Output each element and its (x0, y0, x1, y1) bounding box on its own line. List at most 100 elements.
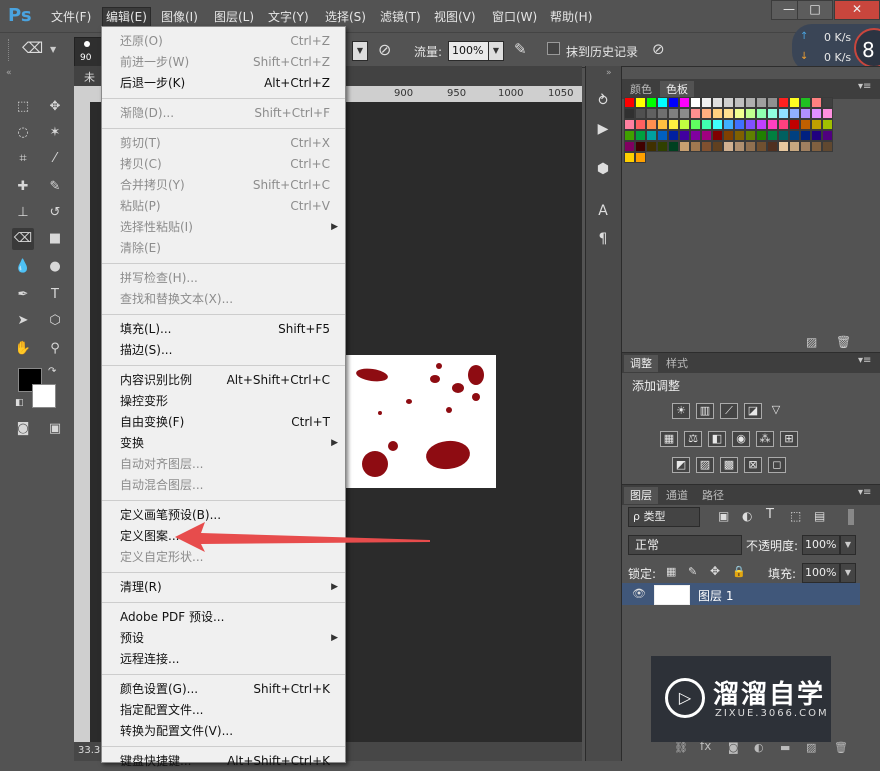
menu-item[interactable]: 变换 ▶ (120, 433, 338, 453)
new-group-icon[interactable]: ▬ (780, 741, 790, 754)
posterize-icon[interactable]: ▨ (696, 457, 714, 473)
quick-mask-icon[interactable]: ◙ (12, 418, 34, 440)
menu-edit[interactable]: 编辑(E) (102, 7, 151, 27)
add-mask-icon[interactable]: ◙ (728, 741, 739, 754)
flow-dropdown-icon[interactable]: ▼ (488, 41, 504, 61)
paragraph-panel-icon[interactable]: ¶ (592, 228, 614, 250)
lock-transparent-icon[interactable]: ▦ (666, 565, 676, 578)
marquee-tool-icon[interactable]: ⬚ (12, 96, 34, 118)
menu-item[interactable]: 拷贝(C) Ctrl+C (120, 154, 330, 174)
color-swatch[interactable] (800, 108, 811, 119)
color-swatch[interactable] (811, 97, 822, 108)
menu-item[interactable]: 自动混合图层... (120, 475, 330, 495)
color-swatch[interactable] (778, 108, 789, 119)
color-swatch[interactable] (800, 97, 811, 108)
color-swatch[interactable] (756, 97, 767, 108)
hand-tool-icon[interactable]: ✋ (12, 338, 34, 360)
color-swatch[interactable] (756, 119, 767, 130)
color-swatch[interactable] (778, 130, 789, 141)
color-swatch[interactable] (712, 141, 723, 152)
menu-item[interactable]: 自动对齐图层... (120, 454, 330, 474)
color-swatch[interactable] (679, 119, 690, 130)
color-swatch[interactable] (789, 141, 800, 152)
color-swatch[interactable] (789, 108, 800, 119)
default-colors-icon[interactable]: ◧ (15, 398, 24, 408)
dodge-tool-icon[interactable]: ● (44, 256, 66, 278)
color-swatch[interactable] (701, 141, 712, 152)
curves-icon[interactable]: ⟋ (720, 403, 738, 419)
link-layers-icon[interactable]: ⛓ (674, 741, 688, 754)
collapse-dock-icon[interactable]: » (606, 68, 612, 78)
filter-shape-icon[interactable]: ⬚ (790, 509, 801, 523)
tab-adjustments[interactable]: 调整 (624, 355, 658, 372)
color-swatch[interactable] (800, 119, 811, 130)
color-swatch[interactable] (646, 141, 657, 152)
color-swatch[interactable] (690, 97, 701, 108)
menu-item[interactable]: 前进一步(W) Shift+Ctrl+Z (120, 52, 330, 72)
menu-window[interactable]: 窗口(W) (489, 8, 540, 26)
filter-adjustment-icon[interactable]: ◐ (742, 509, 752, 523)
menu-item[interactable]: 查找和替换文本(X)... (120, 289, 330, 309)
color-swatch[interactable] (778, 141, 789, 152)
layer-row[interactable]: 👁 图层 1 (622, 583, 860, 605)
menu-item[interactable]: 键盘快捷键... Alt+Shift+Ctrl+K (120, 751, 330, 771)
menu-filter[interactable]: 滤镜(T) (377, 8, 424, 26)
color-swatch[interactable] (624, 119, 635, 130)
menu-item[interactable]: 清除(E) (120, 238, 330, 258)
blend-mode-dropdown[interactable]: 正常 (628, 535, 742, 555)
swatch-grid[interactable] (622, 97, 862, 187)
color-swatch[interactable] (657, 141, 668, 152)
color-swatch[interactable] (734, 119, 745, 130)
color-swatch[interactable] (745, 141, 756, 152)
actions-panel-icon[interactable]: ▶ (592, 118, 614, 140)
color-swatch[interactable] (624, 141, 635, 152)
zoom-tool-icon[interactable]: ⚲ (44, 338, 66, 360)
preset-dropdown-icon[interactable]: ▼ (50, 45, 56, 54)
selective-color-icon[interactable]: ◻ (768, 457, 786, 473)
color-swatch[interactable] (811, 108, 822, 119)
gradient-tool-icon[interactable]: ■ (44, 228, 66, 250)
tab-swatches[interactable]: 色板 (660, 81, 694, 98)
color-swatch[interactable] (635, 130, 646, 141)
eraser-tool-icon[interactable]: ⌫ (12, 228, 34, 250)
menu-item[interactable]: 剪切(T) Ctrl+X (120, 133, 330, 153)
color-swatch[interactable] (690, 119, 701, 130)
color-swatch[interactable] (745, 97, 756, 108)
color-swatch[interactable] (690, 108, 701, 119)
color-swatch[interactable] (712, 108, 723, 119)
new-adjustment-icon[interactable]: ◐ (754, 741, 764, 754)
color-swatch[interactable] (646, 97, 657, 108)
3d-panel-icon[interactable]: ⬢ (592, 158, 614, 180)
menu-item[interactable]: 合并拷贝(Y) Shift+Ctrl+C (120, 175, 330, 195)
eyedropper-icon[interactable]: ⁄ (44, 148, 66, 170)
color-swatch[interactable] (734, 141, 745, 152)
menu-file[interactable]: 文件(F) (48, 8, 94, 26)
color-swatch[interactable] (822, 141, 833, 152)
color-swatch[interactable] (690, 130, 701, 141)
filter-smart-icon[interactable]: ▤ (814, 509, 825, 523)
menu-item[interactable]: 内容识别比例 Alt+Shift+Ctrl+C (120, 370, 330, 390)
menu-item[interactable]: 渐隐(D)... Shift+Ctrl+F (120, 103, 330, 123)
menu-item[interactable]: 还原(O) Ctrl+Z (120, 31, 330, 51)
color-swatch[interactable] (635, 108, 646, 119)
collapse-toolbar-icon[interactable]: « (6, 68, 12, 78)
color-swatch[interactable] (635, 141, 646, 152)
airbrush-pressure-icon[interactable]: ⊘ (378, 40, 391, 59)
hue-saturation-icon[interactable]: ▦ (660, 431, 678, 447)
panel-menu-icon[interactable]: ▾≡ (858, 355, 871, 366)
color-swatch[interactable] (624, 97, 635, 108)
color-swatch[interactable] (679, 141, 690, 152)
color-swatch[interactable] (668, 108, 679, 119)
delete-swatch-icon[interactable]: 🗑 (836, 335, 851, 349)
color-swatch[interactable] (811, 119, 822, 130)
magic-wand-icon[interactable]: ✶ (44, 122, 66, 144)
tab-color[interactable]: 颜色 (624, 81, 658, 98)
lock-position-icon[interactable]: ✥ (710, 564, 720, 578)
color-swatch[interactable] (701, 119, 712, 130)
move-tool-icon[interactable]: ✥ (44, 96, 66, 118)
document-canvas[interactable] (344, 355, 496, 488)
menu-select[interactable]: 选择(S) (322, 8, 369, 26)
panel-menu-icon[interactable]: ▾≡ (858, 81, 871, 92)
color-swatch[interactable] (767, 108, 778, 119)
color-swatch[interactable] (657, 119, 668, 130)
